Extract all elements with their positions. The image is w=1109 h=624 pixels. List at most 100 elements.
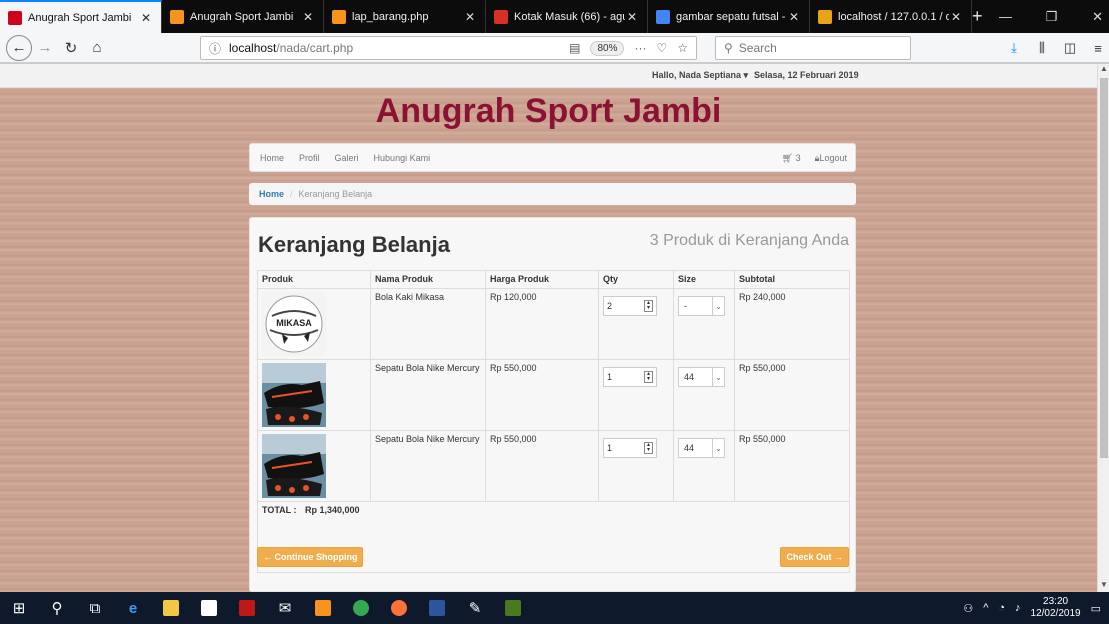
clock[interactable]: 23:20 12/02/2019 bbox=[1031, 596, 1081, 620]
close-tab-icon[interactable]: ✕ bbox=[625, 10, 639, 24]
volume-icon[interactable]: ♪ bbox=[1015, 602, 1021, 614]
nav-profil[interactable]: Profil bbox=[299, 153, 320, 163]
tab-favicon-icon bbox=[170, 9, 184, 24]
breadcrumb-separator: / bbox=[290, 189, 293, 199]
zoom-level[interactable]: 80% bbox=[590, 40, 625, 56]
xampp-icon[interactable] bbox=[304, 592, 342, 624]
notifications-icon[interactable]: ▭ bbox=[1091, 602, 1101, 615]
breadcrumb-current: Keranjang Belanja bbox=[298, 189, 373, 199]
checkout-button[interactable]: Check Out → bbox=[780, 547, 849, 567]
tray-chevron-icon[interactable]: ^ bbox=[983, 602, 988, 614]
close-tab-icon[interactable]: ✕ bbox=[301, 10, 315, 24]
search-taskbar-icon[interactable]: ⚲ bbox=[38, 592, 76, 624]
product-price: Rp 550,000 bbox=[485, 430, 599, 502]
logout-link[interactable]: 🔒︎Logout bbox=[815, 153, 847, 164]
size-select[interactable]: 44 ⌄ bbox=[678, 367, 725, 387]
browser-tab[interactable]: Anugrah Sport Jambi ✕ bbox=[0, 0, 162, 33]
user-greeting[interactable]: Hallo, Nada Septiana ▾ bbox=[652, 70, 748, 81]
info-icon[interactable]: ⓘ bbox=[209, 40, 221, 57]
continue-shopping-button[interactable]: ← Continue Shopping bbox=[257, 547, 364, 567]
menu-icon[interactable]: ≡ bbox=[1086, 36, 1109, 60]
browser-tab[interactable]: Kotak Masuk (66) - agus ✕ bbox=[486, 0, 648, 33]
quantity-stepper[interactable]: 2 ▴ ▾ bbox=[603, 296, 657, 316]
page-actions-icon[interactable]: ··· bbox=[634, 41, 646, 55]
scrollbar-thumb[interactable] bbox=[1100, 78, 1108, 458]
scroll-down-icon[interactable]: ▼ bbox=[1098, 580, 1109, 592]
word-icon[interactable] bbox=[418, 592, 456, 624]
tab-favicon-icon bbox=[494, 9, 508, 24]
close-window-icon[interactable]: ✕ bbox=[1075, 0, 1109, 33]
table-row: Sepatu Bola Nike Mercury Rp 550,000 1 ▴ ▾ 44 ⌄… bbox=[257, 430, 850, 502]
dreamweaver-icon[interactable] bbox=[494, 592, 532, 624]
firefox-icon[interactable] bbox=[380, 592, 418, 624]
quantity-stepper[interactable]: 1 ▴ ▾ bbox=[603, 438, 657, 458]
url-bar[interactable]: ⓘ localhost/nada/cart.php ▤ 80% ··· ♡ ☆ bbox=[200, 36, 697, 60]
product-image-cell bbox=[257, 359, 371, 431]
search-input[interactable]: ⚲ Search bbox=[715, 36, 911, 60]
close-tab-icon[interactable]: ✕ bbox=[139, 11, 153, 25]
mail-icon[interactable]: ✉ bbox=[266, 592, 304, 624]
qty-value: 1 bbox=[607, 372, 613, 382]
close-tab-icon[interactable]: ✕ bbox=[463, 10, 477, 24]
breadcrumb-home[interactable]: Home bbox=[259, 189, 284, 199]
download-icon[interactable]: ⤓ bbox=[1002, 36, 1026, 60]
reload-icon[interactable]: ↻ bbox=[58, 35, 84, 61]
mcafee-icon[interactable] bbox=[228, 592, 266, 624]
close-tab-icon[interactable]: ✕ bbox=[949, 10, 963, 24]
back-arrow-icon[interactable]: ← bbox=[6, 34, 32, 61]
forward-arrow-icon[interactable]: → bbox=[32, 35, 58, 61]
people-icon[interactable]: ⚇ bbox=[963, 602, 973, 615]
pocket-icon[interactable]: ♡ bbox=[656, 41, 667, 55]
column-header: Harga Produk bbox=[485, 270, 599, 289]
browser-tab[interactable]: gambar sepatu futsal - P ✕ bbox=[648, 0, 810, 33]
windows-start-icon[interactable]: ⊞ bbox=[0, 592, 38, 624]
product-image-cell: MIKASA bbox=[257, 288, 371, 360]
table-row: Sepatu Bola Nike Mercury Rp 550,000 1 ▴ ▾ 44 ⌄… bbox=[257, 359, 850, 431]
store-icon[interactable] bbox=[190, 592, 228, 624]
reader-view-icon[interactable]: ▤ bbox=[569, 41, 580, 55]
system-tray: ⚇ ^ ◔ ♪ 23:20 12/02/2019 ▭ bbox=[963, 596, 1109, 620]
task-view-icon[interactable]: ⧉ bbox=[76, 592, 114, 624]
page-viewport: Hallo, Nada Septiana ▾ Selasa, 12 Februa… bbox=[0, 64, 1097, 592]
restore-icon[interactable]: ❐ bbox=[1029, 0, 1075, 33]
minimize-icon[interactable]: — bbox=[983, 0, 1029, 33]
table-header-row: Produk Nama Produk Harga Produk Qty Size… bbox=[257, 270, 850, 289]
size-select[interactable]: 44 ⌄ bbox=[678, 438, 725, 458]
qty-cell: 1 ▴ ▾ bbox=[598, 359, 674, 431]
page-scrollbar[interactable]: ▲ ▼ bbox=[1097, 64, 1109, 592]
cart-link[interactable]: 🛒︎ 3 bbox=[782, 153, 801, 164]
bookmark-star-icon[interactable]: ☆ bbox=[677, 41, 688, 55]
spinner-icon[interactable]: ▴ ▾ bbox=[644, 300, 653, 312]
tab-title: Anugrah Sport Jambi bbox=[190, 10, 294, 23]
product-name: Sepatu Bola Nike Mercury bbox=[370, 359, 486, 431]
library-icon[interactable]: ⫼ bbox=[1030, 36, 1054, 60]
edge-icon[interactable]: e bbox=[114, 592, 152, 624]
paint-icon[interactable]: ✎ bbox=[456, 592, 494, 624]
size-value: 44 bbox=[684, 372, 695, 382]
cart-panel: Keranjang Belanja 3 Produk di Keranjang … bbox=[249, 217, 856, 592]
browser-tab[interactable]: Anugrah Sport Jambi ✕ bbox=[162, 0, 324, 33]
tab-favicon-icon bbox=[8, 10, 22, 25]
spinner-icon[interactable]: ▴ ▾ bbox=[644, 442, 653, 454]
scroll-up-icon[interactable]: ▲ bbox=[1098, 64, 1109, 76]
file-explorer-icon[interactable] bbox=[152, 592, 190, 624]
browser-tab[interactable]: localhost / 127.0.0.1 / db ✕ bbox=[810, 0, 972, 33]
close-tab-icon[interactable]: ✕ bbox=[787, 10, 801, 24]
nav-galeri[interactable]: Galeri bbox=[335, 153, 359, 163]
chrome-icon[interactable] bbox=[342, 592, 380, 624]
home-icon[interactable]: ⌂ bbox=[84, 35, 110, 61]
subtotal: Rp 550,000 bbox=[734, 359, 850, 431]
size-select[interactable]: - ⌄ bbox=[678, 296, 725, 316]
clock-date: 12/02/2019 bbox=[1030, 608, 1081, 619]
new-tab-button[interactable]: + bbox=[972, 0, 983, 33]
logout-label: Logout bbox=[819, 153, 847, 163]
browser-tab[interactable]: lap_barang.php ✕ bbox=[324, 0, 486, 33]
nav-home[interactable]: Home bbox=[260, 153, 284, 163]
sidebar-icon[interactable]: ◫ bbox=[1058, 36, 1082, 60]
network-icon[interactable]: ◔ bbox=[998, 602, 1005, 614]
quantity-stepper[interactable]: 1 ▴ ▾ bbox=[603, 367, 657, 387]
spinner-icon[interactable]: ▴ ▾ bbox=[644, 371, 653, 383]
column-header: Produk bbox=[257, 270, 371, 289]
nav-hubungi-kami[interactable]: Hubungi Kami bbox=[374, 153, 431, 163]
product-name: Bola Kaki Mikasa bbox=[370, 288, 486, 360]
